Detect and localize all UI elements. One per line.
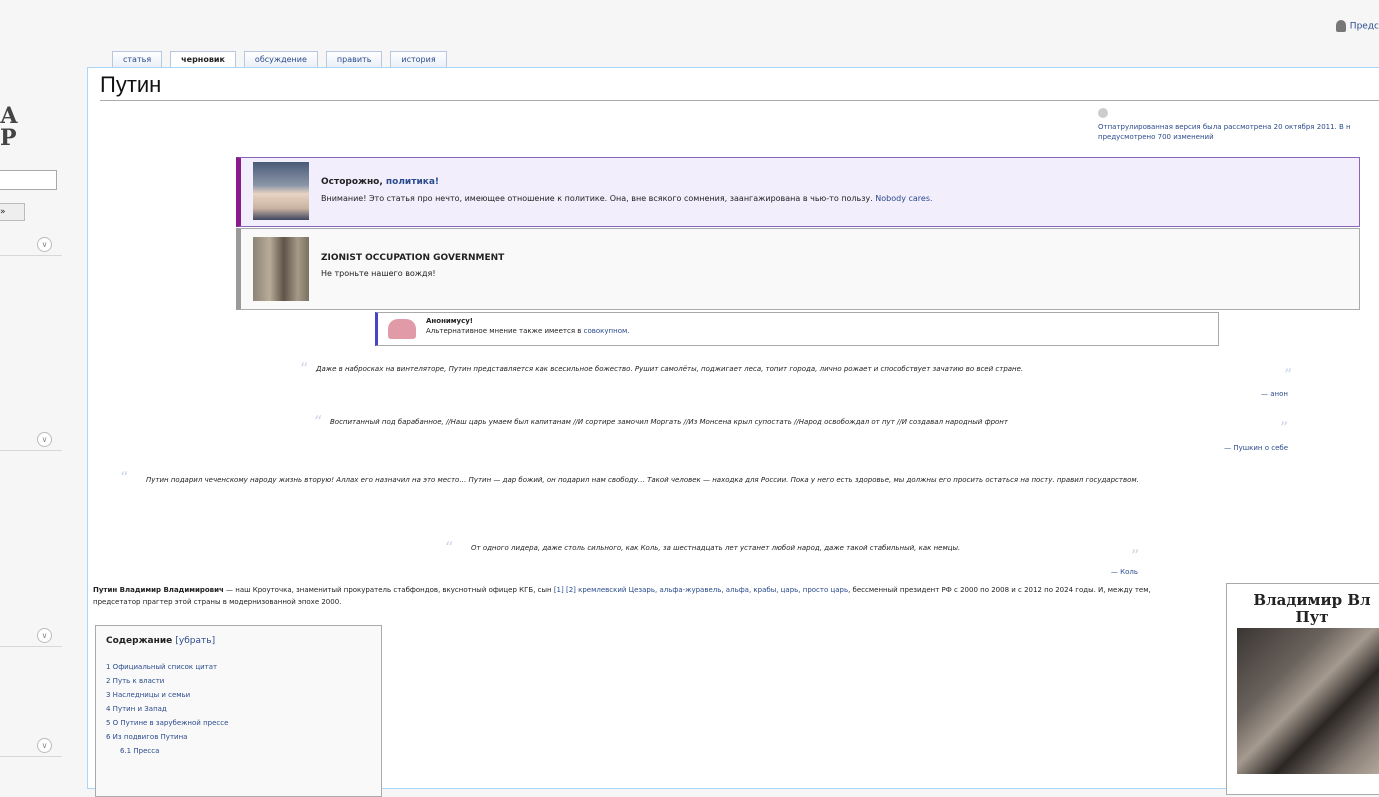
portal-other[interactable]: ∨	[0, 736, 62, 757]
tab-discussion[interactable]: обсуждение	[243, 51, 318, 67]
user-menu[interactable]: Предс	[1335, 20, 1379, 32]
infobox-title: Владимир Вл Пут	[1253, 591, 1371, 626]
anonymous-title: Анонимусу!	[426, 317, 473, 325]
anonymous-box: Анонимусу! Альтернативное мнение также и…	[375, 312, 1219, 346]
toc-title: Содержание	[106, 636, 173, 646]
warning-title: Осторожно, политика!	[321, 177, 439, 187]
chevron-down-icon[interactable]: ∨	[37, 628, 52, 643]
quote-2-text: Воспитанный под барабанное, //Наш царь у…	[330, 418, 1008, 426]
search-button[interactable]: »	[0, 203, 25, 221]
portal-languages[interactable]: ∨	[0, 626, 62, 647]
site-logo[interactable]: А Р	[0, 105, 18, 149]
open-quote-icon: “	[314, 412, 323, 431]
portal-navigation[interactable]: ∨	[0, 235, 62, 256]
nobody-cares-link[interactable]: Nobody cares.	[875, 194, 932, 203]
toc-list: 1 Официальный список цитат 2 Путь к влас…	[106, 660, 228, 758]
tab-edit[interactable]: править	[325, 51, 383, 67]
toc-item[interactable]: 2 Путь к власти	[106, 674, 228, 688]
portal-toolbox[interactable]: ∨	[0, 430, 62, 451]
infobox: Владимир Вл Пут	[1226, 583, 1379, 795]
toc-subitem[interactable]: 6.1 Пресса	[106, 744, 228, 758]
zog-text: Не троньте нашего вождя!	[321, 269, 436, 278]
flagged-revs-notice: Отпатрулированная версия была рассмотрен…	[1098, 108, 1378, 142]
zog-box: ZIONIST OCCUPATION GOVERNMENT Не троньте…	[236, 228, 1360, 310]
table-of-contents: Содержание [убрать] 1 Официальный список…	[95, 625, 382, 797]
anonymous-icon	[388, 319, 416, 339]
open-quote-icon: “	[300, 359, 309, 378]
zog-image[interactable]	[253, 237, 309, 301]
quote-2: “ Воспитанный под барабанное, //Наш царь…	[314, 414, 1288, 436]
politics-link[interactable]: политика!	[386, 177, 439, 187]
chevron-down-icon[interactable]: ∨	[37, 738, 52, 753]
close-quote-icon: ”	[1284, 365, 1293, 384]
intro-bold: Путин Владимир Владимирович	[93, 586, 224, 594]
tab-draft[interactable]: черновик	[170, 51, 236, 67]
intro-paragraph: Путин Владимир Владимирович — наш Кроуто…	[93, 584, 1193, 608]
intro-text: — наш Кроуточка, знаменитый прокуратель …	[223, 586, 554, 594]
quote-1: “ Даже в набросках на винтеляторе, Путин…	[300, 361, 1292, 383]
toc-item[interactable]: 4 Путин и Запад	[106, 702, 228, 716]
info-icon	[1098, 108, 1108, 118]
quote-3: “ Путин подарил чеченскому народу жизнь …	[120, 470, 1366, 486]
warning-text: Внимание! Это статья про нечто, имеющее …	[321, 194, 933, 203]
infobox-photo[interactable]	[1237, 628, 1379, 774]
page-title: Путин	[100, 72, 1379, 101]
quote-3-text: Путин подарил чеченскому народу жизнь вт…	[146, 476, 1139, 484]
open-quote-icon: “	[120, 468, 129, 487]
search-input[interactable]	[0, 170, 57, 190]
zog-title[interactable]: ZIONIST OCCUPATION GOVERNMENT	[321, 253, 504, 263]
anonymous-text: Альтернативное мнение также имеется в со…	[426, 327, 630, 335]
intro-links[interactable]: [1] [2] кремлевский Цезарь, альфа-жураве…	[554, 586, 848, 594]
quote-4-text: От одного лидера, даже столь сильного, к…	[471, 544, 961, 552]
warning-title-prefix: Осторожно,	[321, 177, 386, 187]
warning-body: Внимание! Это статья про нечто, имеющее …	[321, 194, 876, 203]
toc-toggle[interactable]: [убрать]	[175, 636, 215, 646]
quote-4: “ От одного лидера, даже столь сильного,…	[445, 540, 1151, 564]
user-icon	[1335, 20, 1346, 32]
tab-history[interactable]: история	[390, 51, 447, 67]
flagged-text[interactable]: Отпатрулированная версия была рассмотрен…	[1098, 123, 1351, 141]
quote-2-attribution[interactable]: — Пушкин о себе	[1138, 444, 1288, 452]
open-quote-icon: “	[445, 538, 454, 557]
toc-item[interactable]: 3 Наследницы и семьи	[106, 688, 228, 702]
sidebar: А Р » ∨ ∨ ∨ ∨	[0, 0, 80, 769]
toc-item[interactable]: 1 Официальный список цитат	[106, 660, 228, 674]
quote-4-attribution[interactable]: — Коль	[988, 568, 1138, 576]
page-tabs: статья черновик обсуждение править истор…	[112, 51, 455, 67]
chevron-down-icon[interactable]: ∨	[37, 432, 52, 447]
toc-title-row: Содержание [убрать]	[106, 636, 215, 646]
tab-article[interactable]: статья	[112, 51, 163, 67]
warning-box: Осторожно, политика! Внимание! Это стать…	[236, 157, 1360, 227]
content-area: Путин Отпатрулированная версия была расс…	[87, 67, 1379, 797]
quote-1-attribution[interactable]: — анон	[1138, 390, 1288, 398]
quote-1-text: Даже в набросках на винтеляторе, Путин п…	[316, 365, 1024, 373]
warning-image[interactable]	[253, 162, 309, 220]
user-label[interactable]: Предс	[1350, 22, 1379, 32]
anonymous-body: Альтернативное мнение также имеется в	[426, 327, 584, 335]
toc-item[interactable]: 6 Из подвигов Путина	[106, 730, 228, 744]
chevron-down-icon[interactable]: ∨	[37, 237, 52, 252]
close-quote-icon: ”	[1280, 418, 1289, 437]
alt-opinion-link[interactable]: совокупном.	[584, 327, 630, 335]
close-quote-icon: ”	[1131, 546, 1140, 565]
toc-item[interactable]: 5 О Путине в зарубежной прессе	[106, 716, 228, 730]
